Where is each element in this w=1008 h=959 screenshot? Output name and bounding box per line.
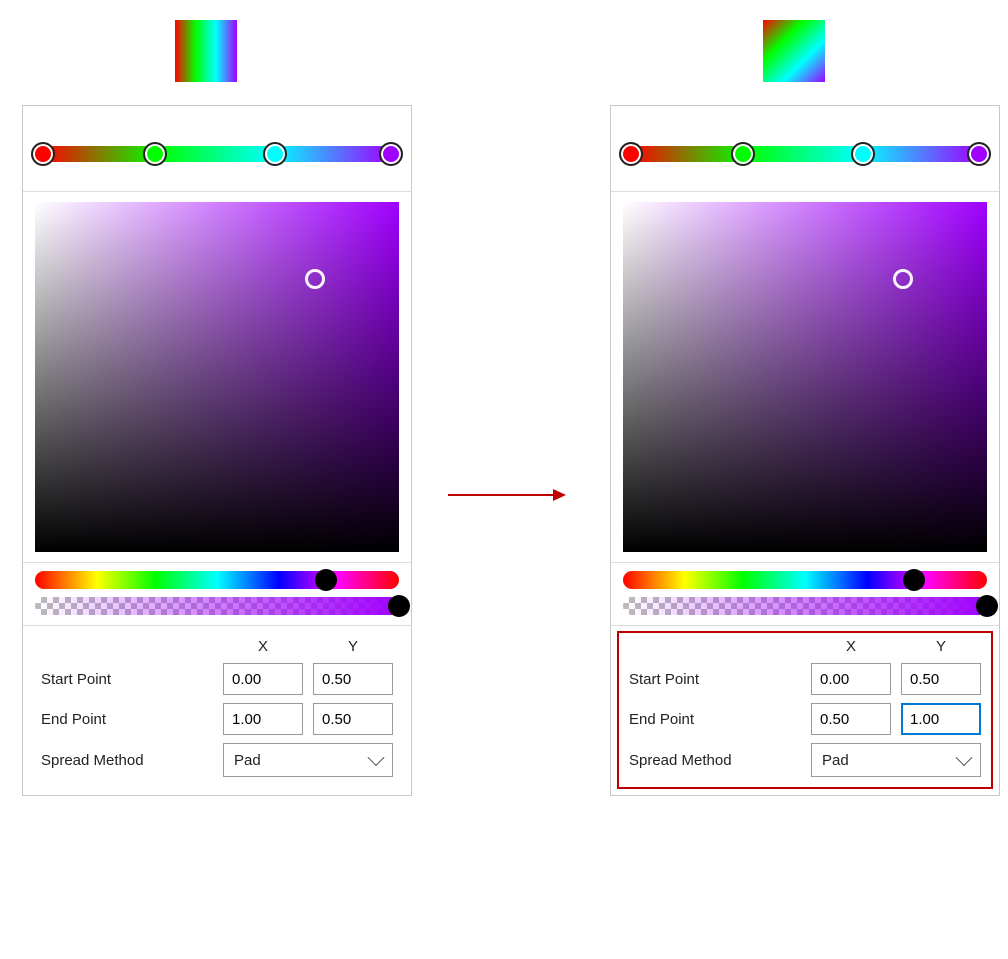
gradient-stop-3[interactable] bbox=[263, 142, 287, 166]
end-point-label: End Point bbox=[629, 711, 801, 728]
column-x-header: X bbox=[223, 638, 303, 655]
chevron-down-icon bbox=[368, 749, 385, 766]
gradient-stops-bar[interactable] bbox=[43, 146, 391, 162]
end-x-input[interactable] bbox=[811, 703, 891, 735]
spread-method-label: Spread Method bbox=[41, 752, 213, 769]
gradient-stop-2[interactable] bbox=[731, 142, 755, 166]
hue-thumb[interactable] bbox=[315, 569, 337, 591]
gradient-direction-form: X Y Start Point End Point Spread Method … bbox=[611, 625, 999, 795]
gradient-stop-1[interactable] bbox=[31, 142, 55, 166]
gradient-stops-track[interactable] bbox=[623, 116, 987, 191]
hue-slider[interactable] bbox=[623, 571, 987, 589]
alpha-slider[interactable] bbox=[35, 597, 399, 615]
gradient-stops-bar[interactable] bbox=[631, 146, 979, 162]
spread-method-value: Pad bbox=[234, 752, 261, 769]
start-point-label: Start Point bbox=[629, 671, 801, 688]
arrow-icon bbox=[448, 480, 568, 510]
start-x-input[interactable] bbox=[223, 663, 303, 695]
column-x-header: X bbox=[811, 638, 891, 655]
end-point-label: End Point bbox=[41, 711, 213, 728]
gradient-stop-3[interactable] bbox=[851, 142, 875, 166]
start-y-input[interactable] bbox=[901, 663, 981, 695]
saturation-value-picker[interactable] bbox=[623, 202, 987, 552]
column-y-header: Y bbox=[313, 638, 393, 655]
alpha-thumb[interactable] bbox=[388, 595, 410, 617]
gradient-editor-panel-before: X Y Start Point End Point Spread Method … bbox=[22, 105, 412, 796]
diagonal-gradient-preview bbox=[763, 20, 825, 82]
start-x-input[interactable] bbox=[811, 663, 891, 695]
column-y-header: Y bbox=[901, 638, 981, 655]
end-y-input[interactable] bbox=[901, 703, 981, 735]
horizontal-gradient-preview bbox=[175, 20, 237, 82]
picker-cursor-icon bbox=[893, 269, 913, 289]
gradient-stops-track[interactable] bbox=[35, 116, 399, 191]
alpha-thumb[interactable] bbox=[976, 595, 998, 617]
chevron-down-icon bbox=[956, 749, 973, 766]
spread-method-select[interactable]: Pad bbox=[223, 743, 393, 777]
spread-method-value: Pad bbox=[822, 752, 849, 769]
start-point-label: Start Point bbox=[41, 671, 213, 688]
spread-method-label: Spread Method bbox=[629, 752, 801, 769]
picker-cursor-icon bbox=[305, 269, 325, 289]
gradient-stop-4[interactable] bbox=[379, 142, 403, 166]
end-y-input[interactable] bbox=[313, 703, 393, 735]
gradient-stop-4[interactable] bbox=[967, 142, 991, 166]
gradient-stop-1[interactable] bbox=[619, 142, 643, 166]
saturation-value-picker[interactable] bbox=[35, 202, 399, 552]
spread-method-select[interactable]: Pad bbox=[811, 743, 981, 777]
gradient-direction-form: X Y Start Point End Point Spread Method … bbox=[23, 625, 411, 795]
gradient-editor-panel-after: X Y Start Point End Point Spread Method … bbox=[610, 105, 1000, 796]
hue-slider[interactable] bbox=[35, 571, 399, 589]
alpha-slider[interactable] bbox=[623, 597, 987, 615]
hue-thumb[interactable] bbox=[903, 569, 925, 591]
gradient-stop-2[interactable] bbox=[143, 142, 167, 166]
start-y-input[interactable] bbox=[313, 663, 393, 695]
end-x-input[interactable] bbox=[223, 703, 303, 735]
